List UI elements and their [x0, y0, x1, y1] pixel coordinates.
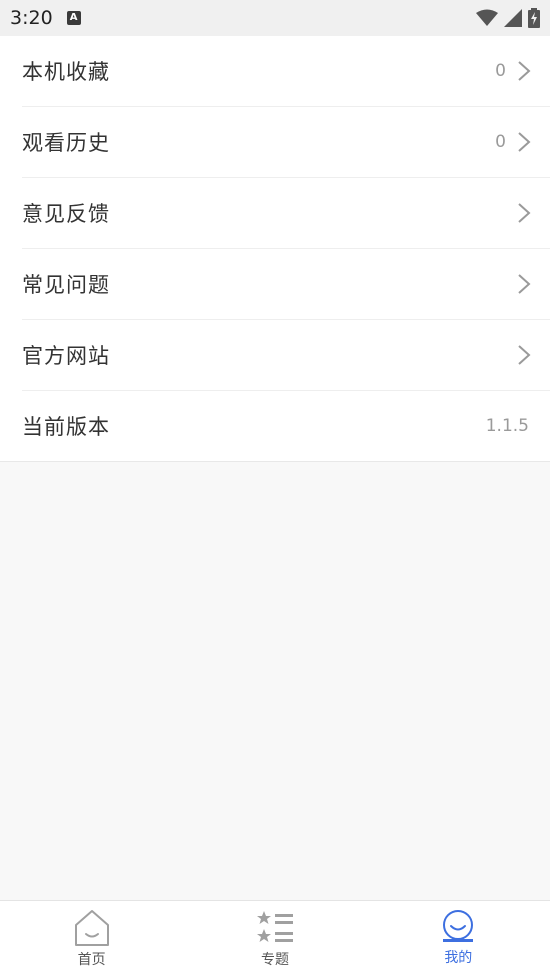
signal-icon — [504, 9, 522, 27]
menu-item-label: 官方网站 — [22, 344, 110, 368]
menu-item-label: 当前版本 — [22, 415, 110, 439]
menu-item-local-favorites[interactable]: 本机收藏 0 — [22, 36, 550, 107]
chevron-right-icon — [518, 61, 531, 81]
menu-item-current-version: 当前版本 1.1.5 — [22, 391, 550, 461]
chevron-right-icon — [518, 203, 531, 223]
chevron-right-icon — [518, 274, 531, 294]
home-icon — [74, 910, 109, 946]
menu-list: 本机收藏 0 观看历史 0 意见反馈 常见问题 官方网站 当前版本 1.1.5 — [0, 36, 550, 461]
favorites-count: 0 — [495, 61, 506, 81]
tab-label: 专题 — [260, 952, 289, 968]
battery-icon — [528, 8, 540, 28]
status-bar: 3:20 A — [0, 0, 550, 36]
menu-item-label: 常见问题 — [22, 273, 110, 297]
tab-mine[interactable]: 我的 — [367, 901, 550, 977]
menu-item-label: 观看历史 — [22, 131, 110, 155]
menu-item-faq[interactable]: 常见问题 — [22, 249, 550, 320]
menu-item-label: 意见反馈 — [22, 202, 110, 226]
tab-label: 首页 — [77, 952, 106, 968]
version-number: 1.1.5 — [485, 416, 529, 436]
menu-item-label: 本机收藏 — [22, 60, 110, 84]
smile-icon — [443, 910, 474, 940]
menu-item-watch-history[interactable]: 观看历史 0 — [22, 107, 550, 178]
history-count: 0 — [495, 132, 506, 152]
status-time: 3:20 — [10, 7, 53, 29]
wifi-icon — [476, 9, 498, 26]
divider — [0, 461, 550, 462]
chevron-right-icon — [518, 132, 531, 152]
chevron-right-icon — [518, 345, 531, 365]
menu-item-feedback[interactable]: 意见反馈 — [22, 178, 550, 249]
tab-label: 我的 — [444, 950, 473, 966]
active-tab-indicator — [443, 939, 474, 942]
tab-home[interactable]: 首页 — [0, 901, 183, 977]
menu-item-official-website[interactable]: 官方网站 — [22, 320, 550, 391]
bottom-tab-bar: 首页 专题 我的 — [0, 900, 550, 977]
notification-a-icon: A — [66, 11, 81, 25]
star-list-icon — [256, 911, 293, 942]
tab-topics[interactable]: 专题 — [183, 901, 366, 977]
